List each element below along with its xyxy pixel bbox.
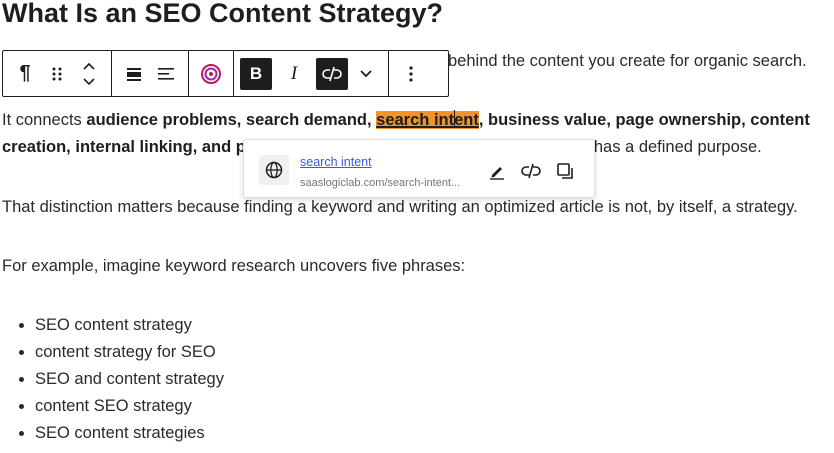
plugin-group bbox=[189, 51, 234, 96]
paragraph-4[interactable]: For example, imagine keyword research un… bbox=[2, 253, 465, 280]
move-up-down-icon[interactable] bbox=[73, 58, 105, 90]
keyword-list[interactable]: SEO content strategy content strategy fo… bbox=[0, 312, 224, 447]
options-menu-icon[interactable] bbox=[395, 58, 427, 90]
more-formats-chevron-icon[interactable] bbox=[350, 58, 382, 90]
link-preview-popover: search intent saaslogiclab.com/search-in… bbox=[243, 139, 595, 198]
paragraph-2-line2-bold: creation, internal linking, and p bbox=[2, 138, 246, 156]
page-title: What Is an SEO Content Strategy? bbox=[2, 0, 444, 28]
link-title[interactable]: search intent bbox=[300, 155, 372, 169]
globe-icon bbox=[259, 155, 289, 185]
paragraph-3[interactable]: That distinction matters because finding… bbox=[2, 194, 798, 221]
edit-pencil-icon[interactable] bbox=[486, 160, 508, 182]
unlink-button[interactable] bbox=[316, 57, 348, 90]
unlink-icon[interactable] bbox=[520, 160, 542, 182]
paragraph-2-intro: It connects bbox=[2, 111, 87, 129]
paragraph-2-line2-tail: has a defined purpose. bbox=[593, 138, 762, 156]
format-group: B I bbox=[234, 51, 389, 96]
link-url: saaslogiclab.com/search-intent... bbox=[300, 177, 461, 189]
selected-link-text[interactable]: search intent bbox=[376, 110, 479, 129]
link-actions bbox=[486, 160, 576, 182]
alignment-group bbox=[112, 51, 189, 96]
paragraph-block-button[interactable]: ¶ bbox=[9, 58, 41, 90]
text-align-icon[interactable] bbox=[150, 58, 182, 90]
drag-handle-icon[interactable] bbox=[41, 58, 73, 90]
paragraph-1-text: behind the content you create for organi… bbox=[448, 52, 807, 70]
options-group bbox=[389, 51, 433, 96]
copy-link-icon[interactable] bbox=[554, 160, 576, 182]
paragraph-2-bold-a: audience problems, search demand, bbox=[86, 111, 377, 129]
list-item: content strategy for SEO bbox=[35, 339, 224, 366]
block-type-group: ¶ bbox=[3, 51, 112, 96]
italic-button[interactable]: I bbox=[278, 58, 310, 90]
block-align-icon[interactable] bbox=[118, 58, 150, 90]
list-item: SEO content strategy bbox=[35, 312, 224, 339]
bold-button[interactable]: B bbox=[240, 57, 272, 90]
list-item: SEO and content strategy bbox=[35, 366, 224, 393]
paragraph-2-bold-b: , business value, page ownership, conten… bbox=[478, 111, 810, 129]
plugin-logo-icon[interactable] bbox=[195, 58, 227, 90]
list-item: content SEO strategy bbox=[35, 393, 224, 420]
list-item: SEO content strategies bbox=[35, 420, 224, 447]
block-toolbar: ¶ B I bbox=[2, 50, 449, 97]
